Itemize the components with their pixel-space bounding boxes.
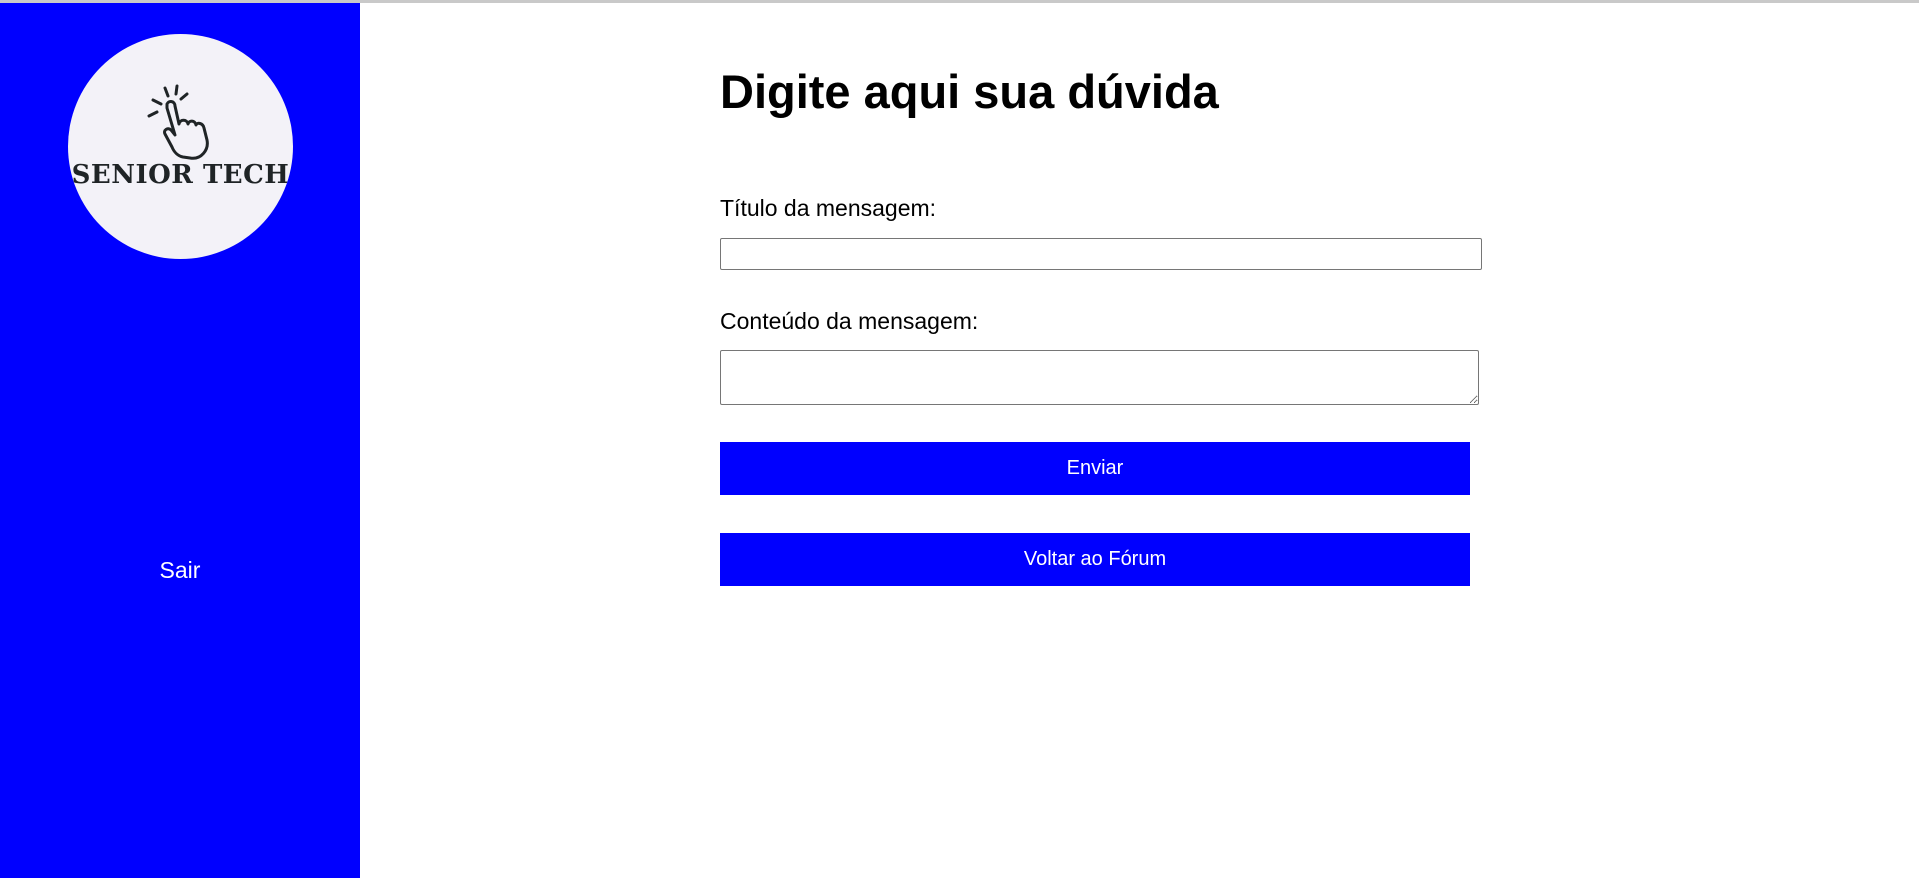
title-label: Título da mensagem:: [720, 195, 937, 221]
message-content-textarea[interactable]: [720, 350, 1479, 405]
content-label: Conteúdo da mensagem:: [720, 308, 979, 334]
message-title-input[interactable]: [720, 238, 1482, 270]
logo-text: SENIOR TECH: [71, 160, 290, 190]
sidebar: SENIOR TECH Sair: [0, 3, 360, 878]
send-button[interactable]: Enviar: [720, 442, 1470, 495]
logo: SENIOR TECH: [68, 34, 293, 259]
pointing-hand-icon: [147, 84, 209, 160]
page-title: Digite aqui sua dúvida: [720, 65, 1219, 118]
sidebar-item-sair[interactable]: Sair: [0, 557, 360, 584]
back-to-forum-button[interactable]: Voltar ao Fórum: [720, 533, 1470, 586]
